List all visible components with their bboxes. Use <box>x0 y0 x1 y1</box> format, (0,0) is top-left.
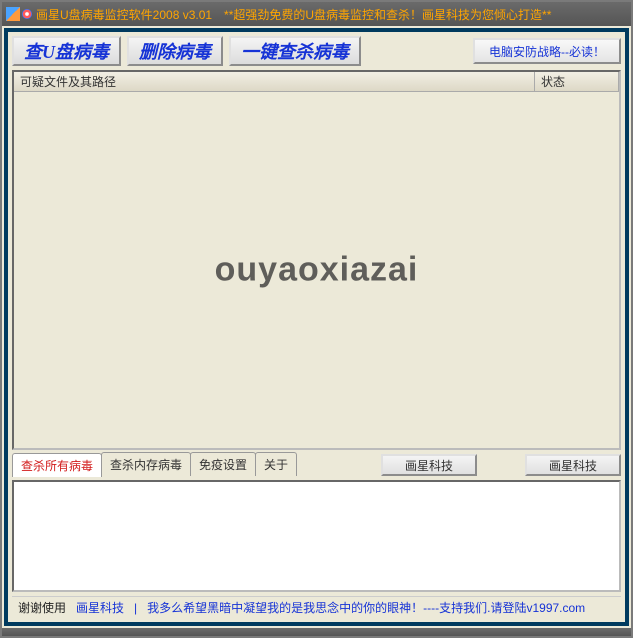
app-icon <box>6 7 32 21</box>
statusbar: 谢谢使用 画星科技 | 我多么希望黑暗中凝望我的是我思念中的你的眼神！----支… <box>12 596 621 618</box>
results-list: 可疑文件及其路径 状态 ouyaoxiazai <box>12 70 621 450</box>
main-toolbar: 查U盘病毒 删除病毒 一键查杀病毒 电脑安防战略--必读！ <box>12 36 621 66</box>
list-body[interactable]: ouyaoxiazai <box>14 92 619 448</box>
list-header: 可疑文件及其路径 状态 <box>14 72 619 92</box>
status-thanks: 谢谢使用 <box>18 599 66 616</box>
huaxing-button-2[interactable]: 画星科技 <box>525 454 621 476</box>
tab-content-area <box>12 480 621 592</box>
tab-2[interactable]: 免疫设置 <box>190 452 256 476</box>
app-window: 画星U盘病毒监控软件2008 v3.01 **超强劲免费的U盘病毒监控和查杀！画… <box>0 0 633 638</box>
tab-3[interactable]: 关于 <box>255 452 297 476</box>
security-guide-button[interactable]: 电脑安防战略--必读！ <box>473 38 621 64</box>
tab-0[interactable]: 查杀所有病毒 <box>12 453 102 477</box>
column-header-status[interactable]: 状态 <box>535 72 619 91</box>
one-click-scan-button[interactable]: 一键查杀病毒 <box>229 36 361 66</box>
tabs-row: 查杀所有病毒查杀内存病毒免疫设置关于 画星科技 画星科技 <box>12 454 621 476</box>
title-text: 画星U盘病毒监控软件2008 v3.01 **超强劲免费的U盘病毒监控和查杀！画… <box>36 6 551 23</box>
status-message: 我多么希望黑暗中凝望我的是我思念中的你的眼神！----支持我们.请登陆v1997… <box>147 599 585 616</box>
client-area: 查U盘病毒 删除病毒 一键查杀病毒 电脑安防战略--必读！ 可疑文件及其路径 状… <box>4 28 629 626</box>
status-divider: | <box>134 601 137 615</box>
scan-usb-button[interactable]: 查U盘病毒 <box>12 36 121 66</box>
watermark-text: ouyaoxiazai <box>215 251 419 290</box>
window-bottom-border <box>2 628 631 636</box>
delete-virus-button[interactable]: 删除病毒 <box>127 36 223 66</box>
column-header-path[interactable]: 可疑文件及其路径 <box>14 72 535 91</box>
titlebar[interactable]: 画星U盘病毒监控软件2008 v3.01 **超强劲免费的U盘病毒监控和查杀！画… <box>2 2 631 26</box>
status-company-link[interactable]: 画星科技 <box>76 599 124 616</box>
huaxing-button-1[interactable]: 画星科技 <box>381 454 477 476</box>
tab-1[interactable]: 查杀内存病毒 <box>101 452 191 476</box>
